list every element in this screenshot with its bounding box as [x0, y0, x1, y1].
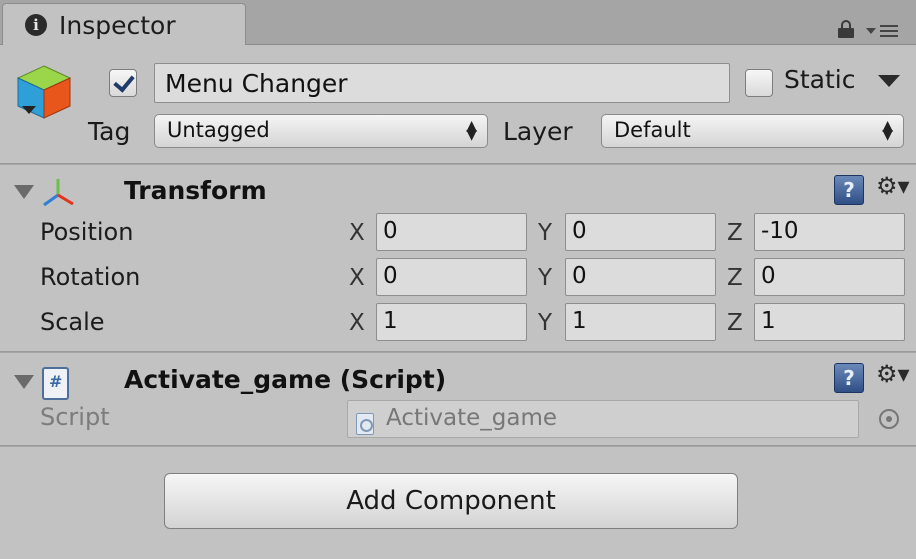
- tab-inspector[interactable]: i Inspector: [2, 3, 246, 46]
- scale-label: Scale: [40, 308, 105, 336]
- csharp-script-icon: [42, 367, 69, 400]
- position-z-field[interactable]: -10: [754, 213, 905, 251]
- active-checkbox[interactable]: [109, 69, 137, 97]
- rotation-z-field[interactable]: 0: [754, 258, 905, 296]
- static-dropdown-caret-icon[interactable]: [878, 75, 900, 87]
- position-x-field[interactable]: 0: [376, 213, 527, 251]
- layer-dropdown-value: Default: [614, 118, 691, 142]
- inspector-tab-bar: i Inspector: [0, 0, 916, 46]
- script-foldout-icon[interactable]: [14, 375, 34, 389]
- script-component: Activate_game (Script) ? ⚙▾ Script Activ…: [0, 353, 916, 446]
- axis-x-label: X: [349, 310, 365, 336]
- rotation-label: Rotation: [40, 263, 141, 291]
- gear-icon[interactable]: ⚙▾: [876, 172, 910, 200]
- axis-y-label: Y: [538, 310, 553, 336]
- scale-y-field[interactable]: 1: [565, 303, 716, 341]
- transform-component: Transform ? ⚙▾ Position X 0 Y 0 Z -10 Ro…: [0, 165, 916, 352]
- axis-z-label: Z: [727, 220, 743, 246]
- tab-menu-icon[interactable]: [866, 22, 906, 40]
- add-component-area: Add Component: [0, 447, 916, 559]
- layer-label: Layer: [503, 117, 573, 146]
- layer-dropdown[interactable]: Default ▲ ▼: [601, 114, 904, 148]
- script-component-title[interactable]: Activate_game (Script): [124, 365, 446, 394]
- tag-dropdown[interactable]: Untagged ▲ ▼: [154, 114, 488, 148]
- lock-icon[interactable]: [838, 20, 854, 38]
- scale-z-field[interactable]: 1: [754, 303, 905, 341]
- static-checkbox[interactable]: [745, 69, 773, 97]
- gameobject-name-input[interactable]: [154, 63, 730, 103]
- script-reference-field[interactable]: Activate_game: [347, 400, 859, 438]
- transform-axes-icon: [43, 179, 74, 207]
- gameobject-cube-icon: [16, 65, 72, 119]
- script-file-icon: [356, 413, 374, 435]
- tab-inspector-label: Inspector: [59, 10, 176, 40]
- dropdown-arrows-icon: ▲ ▼: [882, 118, 893, 143]
- info-icon: i: [25, 14, 47, 36]
- position-y-field[interactable]: 0: [565, 213, 716, 251]
- transform-foldout-icon[interactable]: [14, 185, 34, 199]
- static-label: Static: [784, 65, 856, 94]
- rotation-x-field[interactable]: 0: [376, 258, 527, 296]
- help-icon[interactable]: ?: [834, 363, 864, 393]
- axis-z-label: Z: [727, 310, 743, 336]
- object-picker-icon[interactable]: [879, 409, 899, 429]
- scale-x-field[interactable]: 1: [376, 303, 527, 341]
- help-icon[interactable]: ?: [834, 175, 864, 205]
- axis-x-label: X: [349, 265, 365, 291]
- dropdown-arrows-icon: ▲ ▼: [466, 118, 477, 143]
- add-component-button[interactable]: Add Component: [164, 473, 738, 529]
- tag-label: Tag: [88, 117, 131, 146]
- axis-y-label: Y: [538, 265, 553, 291]
- axis-y-label: Y: [538, 220, 553, 246]
- axis-x-label: X: [349, 220, 365, 246]
- script-label: Script: [40, 403, 110, 431]
- tag-dropdown-value: Untagged: [167, 118, 270, 142]
- position-label: Position: [40, 218, 134, 246]
- axis-z-label: Z: [727, 265, 743, 291]
- rotation-y-field[interactable]: 0: [565, 258, 716, 296]
- transform-title[interactable]: Transform: [124, 176, 267, 205]
- gear-icon[interactable]: ⚙▾: [876, 360, 910, 388]
- gameobject-header: Static Tag Untagged ▲▼ Layer Default ▲▼: [0, 45, 916, 164]
